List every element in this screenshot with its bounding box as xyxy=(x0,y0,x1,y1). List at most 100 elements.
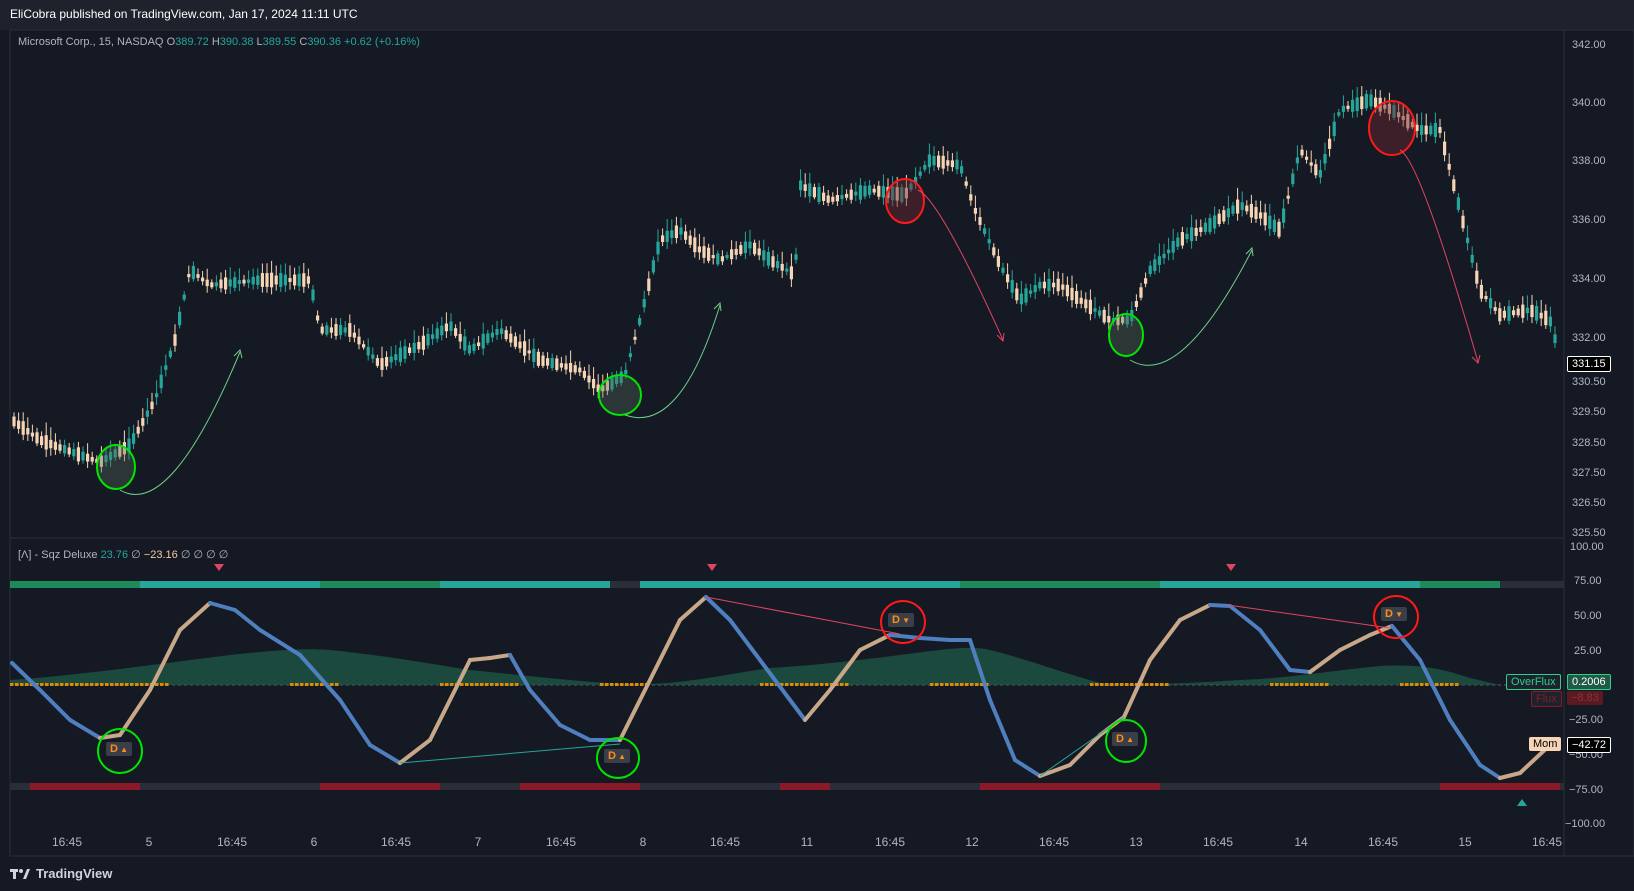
candle-body xyxy=(408,347,412,353)
candle-body xyxy=(808,183,812,197)
candle-body xyxy=(1079,297,1083,304)
candle-body xyxy=(1185,233,1189,240)
price-tick: 326.50 xyxy=(1572,497,1606,509)
candle-body xyxy=(1291,173,1295,185)
candle-body xyxy=(573,365,577,373)
candle-body xyxy=(546,358,550,366)
bearish-triangle-marker xyxy=(707,564,717,571)
bullish-divergence-tag: D ▲ xyxy=(106,742,133,756)
candle-body xyxy=(210,282,214,288)
squeeze-dot xyxy=(300,683,304,686)
candle-body xyxy=(739,245,743,255)
candle-body xyxy=(1323,154,1327,164)
candle-body xyxy=(716,253,720,265)
chart-canvas[interactable] xyxy=(0,0,1634,891)
candle-body xyxy=(270,272,274,288)
candle-body xyxy=(362,344,366,348)
candle-body xyxy=(1208,217,1212,233)
squeeze-dot xyxy=(50,683,54,686)
candle-body xyxy=(946,160,950,166)
squeeze-dot xyxy=(450,683,454,686)
candle-body xyxy=(311,289,315,301)
momentum-segment xyxy=(468,656,492,662)
candle-body xyxy=(969,194,973,201)
squeeze-dot xyxy=(510,683,514,686)
momentum-segment xyxy=(728,618,762,662)
indicator-legend[interactable]: [Λ] - Sqz Deluxe 23.76 ∅ −23.16 ∅ ∅ ∅ ∅ xyxy=(18,548,228,561)
candle-body xyxy=(587,375,591,383)
candle-body xyxy=(339,324,343,336)
price-tick: 330.50 xyxy=(1572,376,1606,388)
footer-brand[interactable]: TradingView xyxy=(10,866,112,881)
candle-body xyxy=(881,186,885,198)
squeeze-dot xyxy=(90,683,94,686)
candle-body xyxy=(1314,164,1318,176)
mom-value: −42.72 xyxy=(1567,737,1611,753)
candle-body xyxy=(44,435,48,450)
squeeze-dot xyxy=(155,683,159,686)
time-tick: 16:45 xyxy=(380,835,412,849)
squeeze-dot xyxy=(445,683,449,686)
indicator-null-1: ∅ xyxy=(131,549,141,561)
candle-body xyxy=(868,185,872,195)
candle-body xyxy=(1263,212,1267,226)
candle-body xyxy=(656,241,660,255)
squeeze-dot xyxy=(815,683,819,686)
candle-body xyxy=(1249,203,1253,218)
candle-body xyxy=(1157,256,1161,265)
candle-body xyxy=(651,260,655,273)
candle-body xyxy=(49,439,53,449)
squeeze-dot xyxy=(825,683,829,686)
green-circle-annotation xyxy=(1108,313,1144,357)
squeeze-dot xyxy=(630,683,634,686)
green-arrow xyxy=(1129,249,1253,366)
squeeze-dot xyxy=(100,683,104,686)
squeeze-segment xyxy=(1160,581,1420,588)
squeeze-dot xyxy=(605,683,609,686)
candle-body xyxy=(642,299,646,308)
osc-tick: −75.00 xyxy=(1569,784,1603,796)
squeeze-dot xyxy=(600,683,604,686)
candle-body xyxy=(941,155,945,169)
candle-body xyxy=(872,188,876,193)
squeeze-dot xyxy=(160,683,164,686)
momentum-segment xyxy=(1258,628,1292,672)
candle-body xyxy=(417,341,421,350)
squeeze-dot xyxy=(1320,683,1324,686)
symbol-legend[interactable]: Microsoft Corp., 15, NASDAQ O389.72 H390… xyxy=(18,36,420,48)
green-arrow-head xyxy=(713,301,722,312)
candle-body xyxy=(228,279,232,287)
squeeze-dot xyxy=(640,683,644,686)
time-tick: 16:45 xyxy=(216,835,248,849)
candle-body xyxy=(1180,232,1184,246)
candle-body xyxy=(348,323,352,337)
squeeze-dot xyxy=(1165,683,1169,686)
red-arrow xyxy=(1399,149,1479,363)
bearish-divergence-tag: D ▼ xyxy=(1381,607,1408,621)
candle-body xyxy=(1148,265,1152,274)
candle-body xyxy=(1042,281,1046,289)
candle-body xyxy=(1176,237,1180,247)
candle-body xyxy=(992,247,996,256)
squeeze-dot xyxy=(845,683,849,686)
candle-body xyxy=(693,237,697,253)
candle-body xyxy=(1033,285,1037,293)
candle-body xyxy=(523,341,527,356)
candle-body xyxy=(541,355,545,366)
squeeze-segment xyxy=(640,581,960,588)
squeeze-dot xyxy=(145,683,149,686)
squeeze-dot xyxy=(1435,683,1439,686)
candle-body xyxy=(1001,267,1005,273)
squeeze-dot xyxy=(470,683,474,686)
candle-body xyxy=(707,247,711,261)
candle-body xyxy=(1010,280,1014,293)
squeeze-dot xyxy=(1130,683,1134,686)
squeeze-dot xyxy=(1270,683,1274,686)
candle-body xyxy=(918,171,922,176)
candle-body xyxy=(141,418,145,426)
candle-body xyxy=(1461,215,1465,229)
squeeze-dot xyxy=(620,683,624,686)
squeeze-dot xyxy=(955,683,959,686)
squeeze-segment xyxy=(440,581,610,588)
candle-body xyxy=(987,239,991,244)
